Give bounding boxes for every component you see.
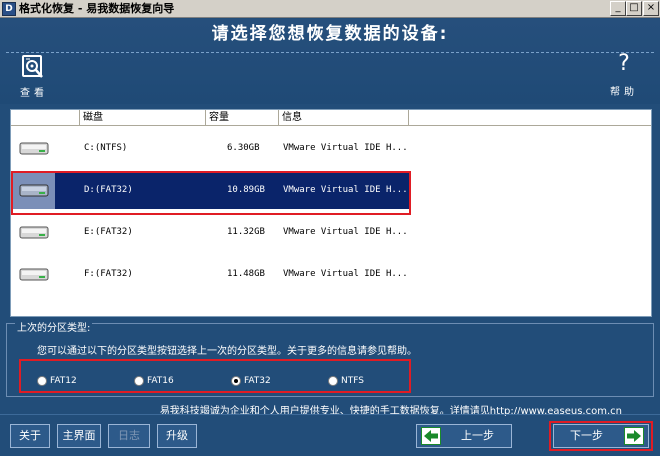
view-tool-button[interactable]: 查看 [16, 54, 52, 99]
view-disk-icon [22, 55, 43, 78]
column-capacity[interactable]: 容量 [206, 110, 279, 126]
device-size: 11.48GB [227, 269, 265, 279]
title-bar: D 格式化恢复 - 易我数据恢复向导 _ □ × [0, 0, 660, 18]
app-icon: D [2, 2, 16, 16]
column-info[interactable]: 信息 [279, 110, 409, 126]
help-tool-button[interactable]: ? 帮助 [604, 51, 644, 99]
partition-type-group: 上次的分区类型: 您可以通过以下的分区类型按钮选择上一次的分区类型。关于更多的信… [6, 323, 654, 397]
hard-disk-icon [19, 142, 49, 155]
device-list[interactable]: 磁盘 容量 信息 C:(NTFS) 6.30GB VMware Virtual … [10, 109, 652, 317]
about-button[interactable]: 关于 [10, 424, 50, 448]
radio-label: NTFS [341, 376, 364, 386]
device-size: 11.32GB [227, 227, 265, 237]
help-icon: ? [618, 51, 630, 76]
column-icon [11, 110, 80, 126]
device-info: VMware Virtual IDE H... [283, 227, 408, 237]
page-heading: 请选择您想恢复数据的设备: [211, 24, 449, 44]
disk-icon-box [13, 129, 55, 167]
header: 请选择您想恢复数据的设备: 查看 ? 帮助 [0, 19, 660, 104]
list-header: 磁盘 容量 信息 [11, 110, 651, 126]
selected-device-outline [11, 171, 411, 215]
app-window: D 格式化恢复 - 易我数据恢复向导 _ □ × 请选择您想恢复数据的设备: 查… [0, 0, 660, 456]
disk-icon-box [13, 255, 55, 293]
radio-circle-selected[interactable] [231, 376, 241, 386]
device-info: VMware Virtual IDE H... [283, 269, 408, 279]
upgrade-button[interactable]: 升级 [157, 424, 197, 448]
radio-circle[interactable] [134, 376, 144, 386]
disk-icon-box [13, 213, 55, 251]
column-disk[interactable]: 磁盘 [80, 110, 206, 126]
maximize-button[interactable]: □ [626, 1, 642, 16]
radio-label: FAT12 [50, 376, 77, 386]
device-row-c[interactable]: C:(NTFS) 6.30GB VMware Virtual IDE H... [11, 127, 651, 169]
hard-disk-icon [19, 226, 49, 239]
view-label: 查看 [20, 88, 48, 99]
partition-description: 您可以通过以下的分区类型按钮选择上一次的分区类型。关于更多的信息请参见帮助。 [37, 346, 417, 357]
window-title: 格式化恢复 - 易我数据恢复向导 [19, 2, 175, 15]
radio-circle[interactable] [328, 376, 338, 386]
device-row-e[interactable]: E:(FAT32) 11.32GB VMware Virtual IDE H..… [11, 211, 651, 253]
close-button[interactable]: × [643, 1, 659, 16]
previous-button[interactable]: 上一步 [416, 424, 512, 448]
partition-group-title: 上次的分区类型: [15, 323, 93, 335]
radio-label: FAT16 [147, 376, 174, 386]
device-name: F:(FAT32) [84, 269, 133, 279]
log-button[interactable]: 日志 [108, 424, 150, 448]
radio-label: FAT32 [244, 376, 271, 386]
device-row-f[interactable]: F:(FAT32) 11.48GB VMware Virtual IDE H..… [11, 253, 651, 295]
footer-divider [0, 414, 660, 415]
device-name: E:(FAT32) [84, 227, 133, 237]
next-button-outline [549, 421, 653, 451]
hard-disk-icon [19, 268, 49, 281]
device-name: C:(NTFS) [84, 143, 128, 153]
arrow-left-icon [421, 427, 441, 445]
minimize-button[interactable]: _ [610, 1, 626, 16]
help-label: 帮助 [610, 87, 638, 98]
device-size: 6.30GB [227, 143, 260, 153]
previous-label: 上一步 [461, 429, 494, 442]
heading-divider [6, 52, 654, 53]
radio-circle[interactable] [37, 376, 47, 386]
main-menu-button[interactable]: 主界面 [57, 424, 101, 448]
device-info: VMware Virtual IDE H... [283, 143, 408, 153]
